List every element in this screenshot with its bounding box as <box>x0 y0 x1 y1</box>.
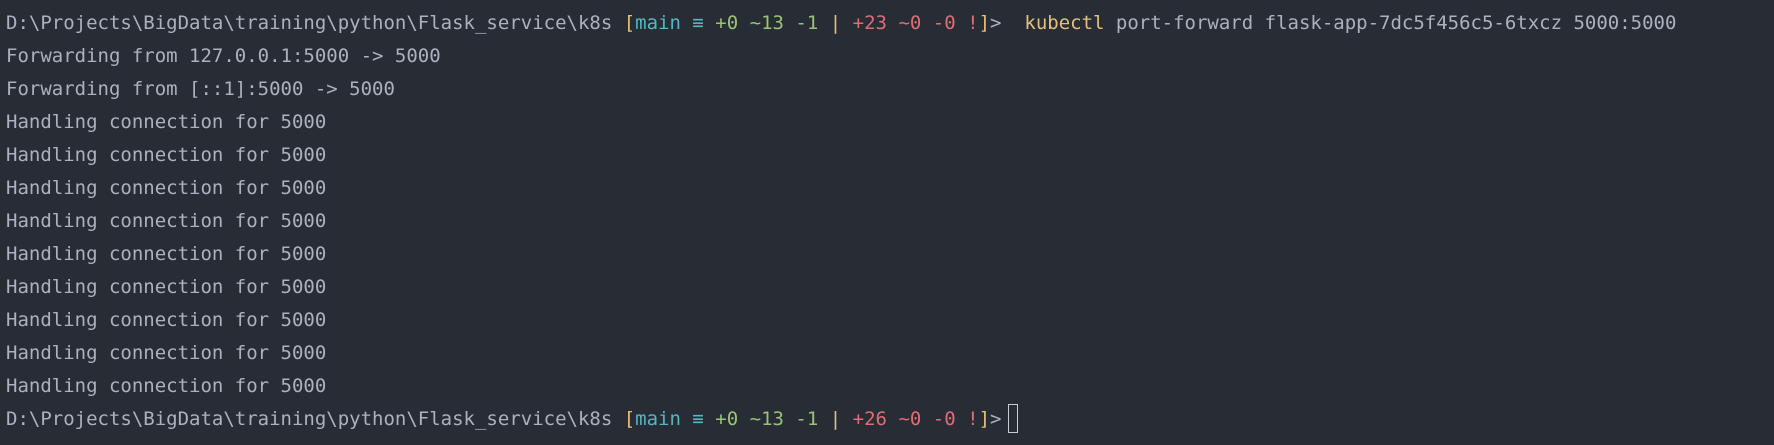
git-unstaged-flag: ! <box>967 12 979 34</box>
git-staged-deleted: -1 <box>795 408 819 430</box>
output-line: Handling connection for 5000 <box>6 309 327 331</box>
git-staged-modified: ~13 <box>749 408 784 430</box>
git-unstaged-added: +26 <box>852 408 887 430</box>
output-line: Handling connection for 5000 <box>6 342 327 364</box>
output-line: Handling connection for 5000 <box>6 177 327 199</box>
git-unstaged-added: +23 <box>852 12 887 34</box>
git-sync-icon: ≡ <box>692 12 704 34</box>
git-staged-deleted: -1 <box>795 12 819 34</box>
output-line: Handling connection for 5000 <box>6 210 327 232</box>
git-unstaged-flag: ! <box>967 408 979 430</box>
git-staged-modified: ~13 <box>749 12 784 34</box>
git-unstaged-modified: ~0 <box>898 408 922 430</box>
output-line: Handling connection for 5000 <box>6 243 327 265</box>
git-branch-name: main <box>635 408 681 430</box>
git-status-open-bracket: [ <box>623 408 636 430</box>
output-line: Forwarding from 127.0.0.1:5000 -> 5000 <box>6 45 441 67</box>
git-status-separator: | <box>829 408 842 430</box>
output-line: Handling connection for 5000 <box>6 276 327 298</box>
git-unstaged-modified: ~0 <box>898 12 922 34</box>
git-staged-added: +0 <box>715 12 739 34</box>
output-line: Handling connection for 5000 <box>6 375 327 397</box>
prompt-char: > <box>990 408 1002 430</box>
output-line: Handling connection for 5000 <box>6 144 327 166</box>
command-name: kubectl <box>1024 12 1105 34</box>
prompt-line-2[interactable]: D:\Projects\BigData\training\python\Flas… <box>6 403 1774 436</box>
command-args: port-forward flask-app-7dc5f456c5-6txcz … <box>1115 12 1677 34</box>
terminal-window[interactable]: D:\Projects\BigData\training\python\Flas… <box>0 0 1774 445</box>
output-line: Handling connection for 5000 <box>6 111 327 133</box>
output-line: Forwarding from [::1]:5000 -> 5000 <box>6 78 395 100</box>
git-staged-added: +0 <box>715 408 739 430</box>
git-unstaged-deleted: -0 <box>932 408 956 430</box>
git-unstaged-deleted: -0 <box>932 12 956 34</box>
prompt-line-1: D:\Projects\BigData\training\python\Flas… <box>6 7 1774 40</box>
prompt-path: D:\Projects\BigData\training\python\Flas… <box>6 408 613 430</box>
git-status-separator: | <box>829 12 842 34</box>
text-cursor[interactable] <box>1007 404 1018 433</box>
prompt-path: D:\Projects\BigData\training\python\Flas… <box>6 12 613 34</box>
git-status-close-bracket: ] <box>978 12 991 34</box>
prompt-char: > <box>990 12 1002 34</box>
git-status-open-bracket: [ <box>623 12 636 34</box>
git-sync-icon: ≡ <box>692 408 704 430</box>
git-branch-name: main <box>635 12 681 34</box>
git-status-close-bracket: ] <box>978 408 991 430</box>
